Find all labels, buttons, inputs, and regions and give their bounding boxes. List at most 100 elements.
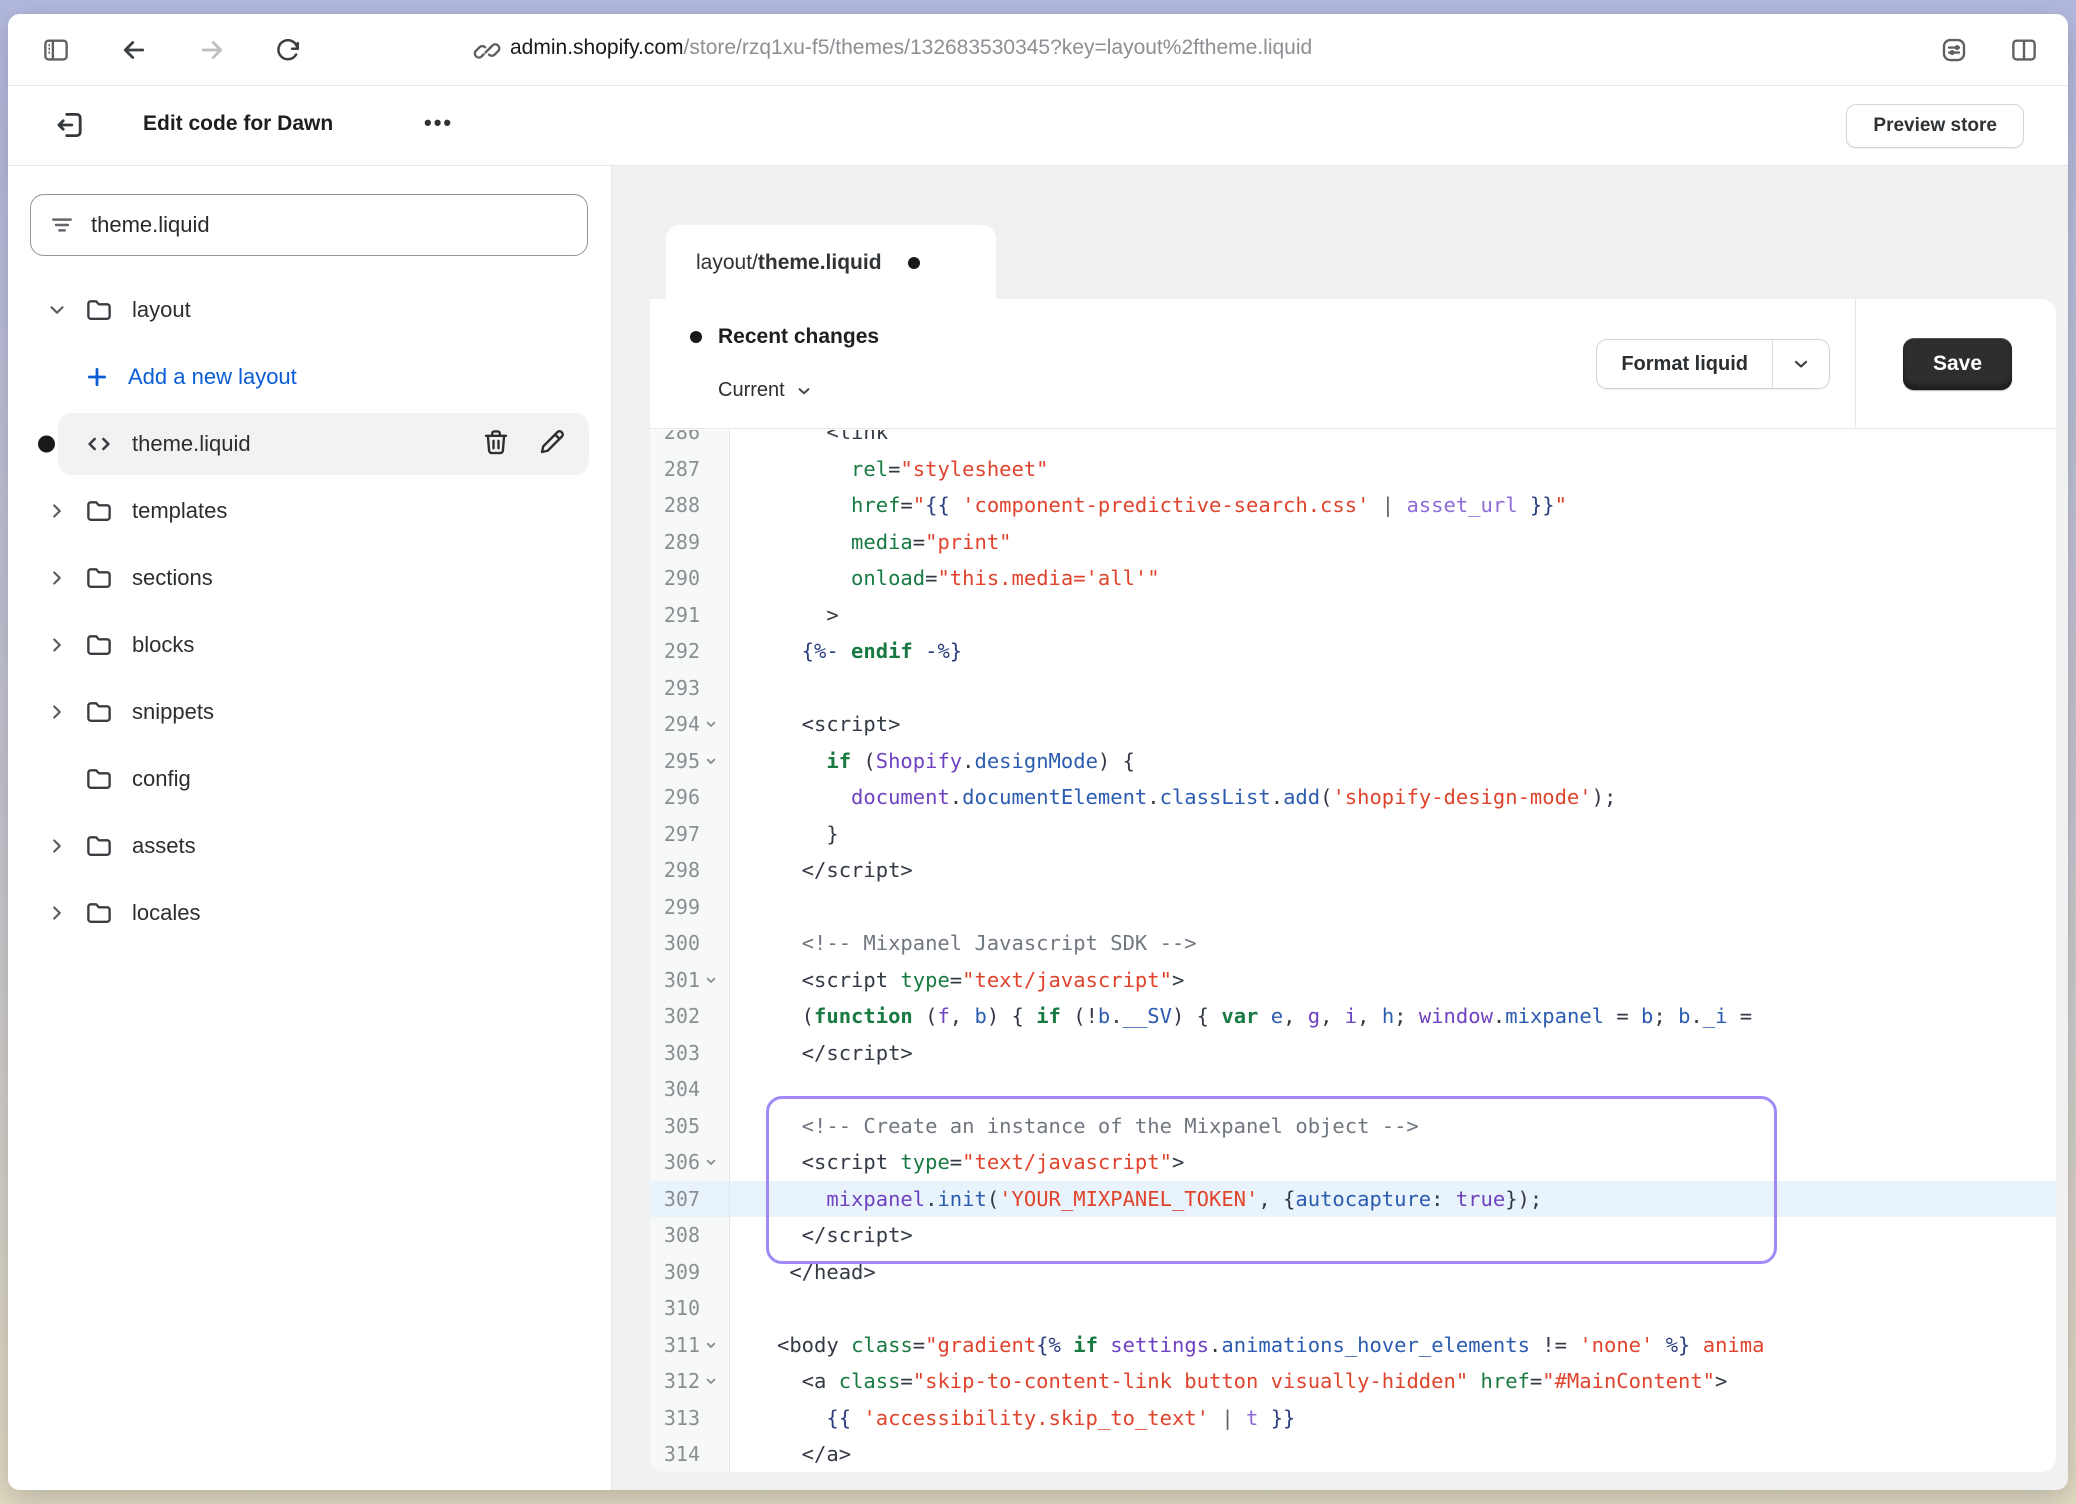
search-input[interactable] (91, 212, 569, 238)
sidebar-item-locales[interactable]: locales (8, 887, 589, 939)
content-area: layout Add a new layout theme.liquid templa… (8, 166, 2068, 1490)
fold-toggle-icon[interactable] (703, 752, 721, 770)
fold-toggle-icon[interactable] (703, 971, 721, 989)
code-line-310[interactable]: 310 (650, 1290, 2056, 1327)
split-view-icon[interactable] (2006, 32, 2042, 68)
gutter-cell: 301 (650, 962, 730, 999)
code-line-299[interactable]: 299 (650, 889, 2056, 926)
code-line-307[interactable]: 307mixpanel.init('YOUR_MIXPANEL_TOKEN', … (650, 1181, 2056, 1218)
code-line-291[interactable]: 291> (650, 597, 2056, 634)
sidebar-item-snippets[interactable]: snippets (8, 686, 589, 738)
sidebar-toggle-icon[interactable] (38, 32, 74, 68)
tab-theme-liquid[interactable]: layout/theme.liquid (666, 225, 996, 301)
code-line-298[interactable]: 298</script> (650, 852, 2056, 889)
sidebar-item-layout[interactable]: layout (8, 284, 589, 336)
sidebar-item-blocks[interactable]: blocks (8, 619, 589, 671)
code-line-297[interactable]: 297} (650, 816, 2056, 853)
folder-label: templates (132, 498, 227, 524)
delete-file-icon[interactable] (481, 427, 511, 462)
code-line-290[interactable]: 290onload="this.media='all'" (650, 560, 2056, 597)
format-liquid-button[interactable]: Format liquid (1597, 340, 1773, 388)
code-line-295[interactable]: 295if (Shopify.designMode) { (650, 743, 2056, 780)
code-line-292[interactable]: 292{%- endif -%} (650, 633, 2056, 670)
gutter-cell: 305 (650, 1108, 730, 1145)
editor-zone: layout/theme.liquid Recent changes Curre… (612, 166, 2068, 1490)
code-line-306[interactable]: 306<script type="text/javascript"> (650, 1144, 2056, 1181)
code-line-293[interactable]: 293 (650, 670, 2056, 707)
chevron-right-icon[interactable] (44, 634, 70, 656)
sidebar-item-sections[interactable]: sections (8, 552, 589, 604)
code-area: 286<link287rel="stylesheet"288href="{{ '… (650, 430, 2056, 1472)
code-text: mixpanel.init('YOUR_MIXPANEL_TOKEN', {au… (730, 1181, 2056, 1218)
chevron-right-icon[interactable] (44, 902, 70, 924)
code-line-309[interactable]: 309</head> (650, 1254, 2056, 1291)
chevron-right-icon[interactable] (44, 500, 70, 522)
code-line-313[interactable]: 313{{ 'accessibility.skip_to_text' | t }… (650, 1400, 2056, 1437)
tab-path-prefix: layout/ (696, 251, 758, 275)
reload-button-icon[interactable] (270, 32, 306, 68)
exit-editor-icon[interactable] (54, 108, 92, 146)
rename-file-icon[interactable] (537, 427, 567, 462)
preview-store-button[interactable]: Preview store (1846, 104, 2024, 148)
code-line-305[interactable]: 305<!-- Create an instance of the Mixpan… (650, 1108, 2056, 1145)
code-line-296[interactable]: 296document.documentElement.classList.ad… (650, 779, 2056, 816)
code-line-312[interactable]: 312<a class="skip-to-content-link button… (650, 1363, 2056, 1400)
folder-icon (84, 496, 114, 526)
code-line-288[interactable]: 288href="{{ 'component-predictive-search… (650, 487, 2056, 524)
folder-label: locales (132, 900, 200, 926)
sidebar-item-assets[interactable]: assets (8, 820, 589, 872)
file-search[interactable] (30, 194, 588, 256)
code-line-303[interactable]: 303</script> (650, 1035, 2056, 1072)
chevron-right-icon[interactable] (44, 835, 70, 857)
code-line-294[interactable]: 294<script> (650, 706, 2056, 743)
sidebar-item-add-new-layout[interactable]: Add a new layout (8, 351, 589, 403)
code-text: {%- endif -%} (730, 633, 2056, 670)
save-button[interactable]: Save (1903, 338, 2012, 390)
chevron-right-icon[interactable] (44, 567, 70, 589)
gutter-cell: 310 (650, 1290, 730, 1327)
sidebar-item-theme-liquid[interactable]: theme.liquid (8, 418, 589, 470)
code-line-314[interactable]: 314</a> (650, 1436, 2056, 1472)
line-number: 304 (664, 1077, 700, 1101)
format-liquid-button-group: Format liquid (1596, 339, 1830, 389)
version-dropdown[interactable]: Current (718, 379, 813, 402)
code-text: if (Shopify.designMode) { (730, 743, 2056, 780)
page-title: Edit code for Dawn (143, 112, 333, 136)
code-line-286[interactable]: 286<link (650, 430, 2056, 451)
fold-toggle-icon[interactable] (703, 715, 721, 733)
forward-button-icon[interactable] (194, 32, 230, 68)
gutter-cell: 292 (650, 633, 730, 670)
sidebar-item-config[interactable]: config (8, 753, 589, 805)
code-line-289[interactable]: 289media="print" (650, 524, 2056, 561)
gutter-cell: 299 (650, 889, 730, 926)
code-line-300[interactable]: 300<!-- Mixpanel Javascript SDK --> (650, 925, 2056, 962)
code-line-287[interactable]: 287rel="stylesheet" (650, 451, 2056, 488)
back-button-icon[interactable] (116, 32, 152, 68)
address-bar[interactable]: admin.shopify.com/store/rzq1xu-f5/themes… (510, 36, 1312, 60)
fold-toggle-icon[interactable] (703, 1372, 721, 1390)
fold-toggle-icon[interactable] (703, 1336, 721, 1354)
code-file-icon (84, 429, 114, 459)
line-number: 299 (664, 895, 700, 919)
code-text: rel="stylesheet" (730, 451, 2056, 488)
app-header: Edit code for Dawn ••• Preview store (8, 86, 2068, 166)
more-actions-button[interactable]: ••• (424, 110, 453, 136)
code-line-311[interactable]: 311<body class="gradient{% if settings.a… (650, 1327, 2056, 1364)
code-line-304[interactable]: 304 (650, 1071, 2056, 1108)
extensions-icon[interactable] (1936, 32, 1972, 68)
url-path: /store/rzq1xu-f5/themes/132683530345?key… (684, 36, 1313, 59)
code-line-308[interactable]: 308</script> (650, 1217, 2056, 1254)
line-number: 303 (664, 1041, 700, 1065)
format-liquid-caret[interactable] (1773, 340, 1829, 388)
code-line-302[interactable]: 302(function (f, b) { if (!b.__SV) { var… (650, 998, 2056, 1035)
code-editor[interactable]: 286<link287rel="stylesheet"288href="{{ '… (650, 430, 2056, 1472)
chevron-down-icon[interactable] (44, 299, 70, 321)
fold-toggle-icon[interactable] (703, 1153, 721, 1171)
gutter-cell: 300 (650, 925, 730, 962)
code-text: } (730, 816, 2056, 853)
sidebar-item-templates[interactable]: templates (8, 485, 589, 537)
code-line-301[interactable]: 301<script type="text/javascript"> (650, 962, 2056, 999)
chevron-right-icon[interactable] (44, 701, 70, 723)
code-text: </head> (730, 1254, 2056, 1291)
line-number: 302 (664, 1004, 700, 1028)
